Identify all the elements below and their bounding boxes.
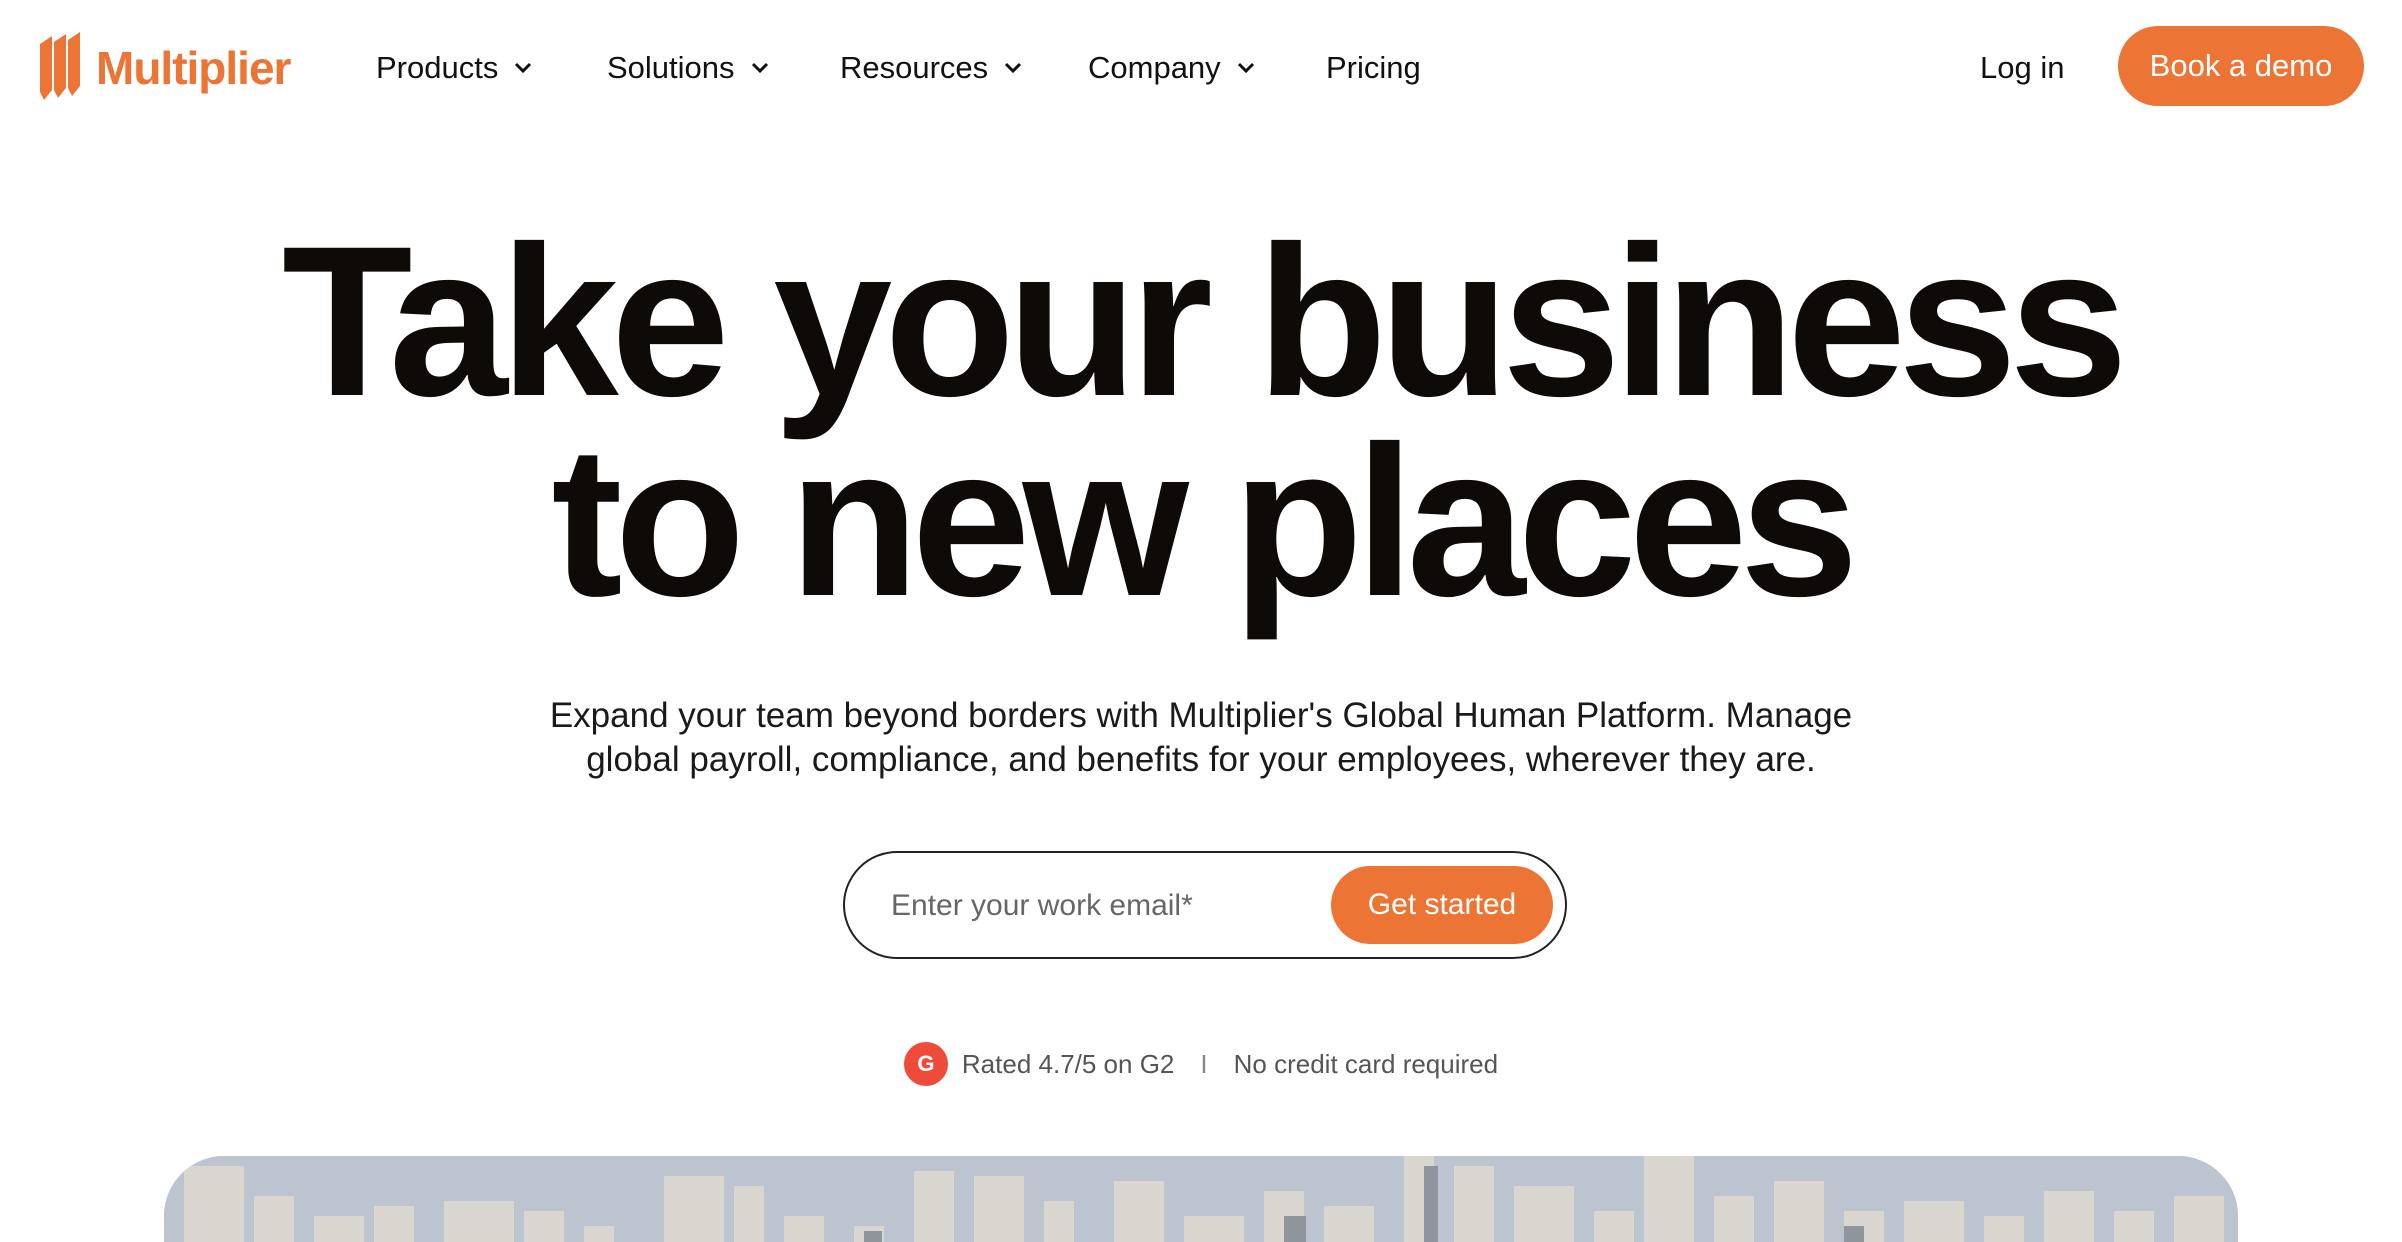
nav-solutions[interactable]: Solutions bbox=[607, 40, 769, 96]
no-credit-card-text: No credit card required bbox=[1233, 1048, 1499, 1079]
hero-subtext: Expand your team beyond borders with Mul… bbox=[0, 694, 2402, 782]
separator: I bbox=[1200, 1048, 1208, 1079]
subtext-line-2: global payroll, compliance, and benefits… bbox=[586, 740, 1816, 779]
nav-solutions-label: Solutions bbox=[607, 50, 735, 85]
email-signup-form: Get started bbox=[843, 851, 1567, 959]
chevron-down-icon bbox=[515, 62, 532, 74]
headline-line-2: to new places bbox=[551, 402, 1858, 641]
rating-row: G Rated 4.7/5 on G2 I No credit card req… bbox=[0, 1042, 2402, 1086]
nav-resources-label: Resources bbox=[840, 50, 989, 85]
nav-products-label: Products bbox=[376, 50, 499, 85]
chevron-down-icon bbox=[751, 62, 768, 74]
get-started-button[interactable]: Get started bbox=[1331, 866, 1553, 944]
nav-pricing[interactable]: Pricing bbox=[1326, 40, 1421, 96]
subtext-line-1: Expand your team beyond borders with Mul… bbox=[549, 696, 1853, 735]
login-link[interactable]: Log in bbox=[1980, 40, 2064, 96]
g2-icon: G bbox=[903, 1042, 948, 1086]
nav-resources[interactable]: Resources bbox=[840, 40, 1022, 96]
chevron-down-icon bbox=[1237, 62, 1254, 74]
logo-text: Multiplier bbox=[96, 42, 291, 94]
logo-link[interactable]: Multiplier bbox=[36, 28, 291, 108]
nav-company-label: Company bbox=[1088, 50, 1221, 85]
skyline-illustration bbox=[164, 1156, 2238, 1242]
nav-products[interactable]: Products bbox=[376, 40, 532, 96]
rating-text: Rated 4.7/5 on G2 bbox=[961, 1048, 1175, 1079]
multiplier-logo-icon bbox=[40, 32, 80, 100]
top-nav: Multiplier Products Solutions Resources … bbox=[0, 0, 2402, 134]
book-demo-button[interactable]: Book a demo bbox=[2118, 26, 2364, 106]
page: Multiplier Products Solutions Resources … bbox=[0, 0, 2402, 1242]
city-skyline-image bbox=[164, 1156, 2238, 1242]
work-email-input[interactable] bbox=[889, 873, 1313, 939]
nav-company[interactable]: Company bbox=[1088, 40, 1255, 96]
chevron-down-icon bbox=[1005, 62, 1022, 74]
nav-pricing-label: Pricing bbox=[1326, 50, 1421, 85]
hero-headline: Take your business to new places bbox=[0, 215, 2402, 629]
